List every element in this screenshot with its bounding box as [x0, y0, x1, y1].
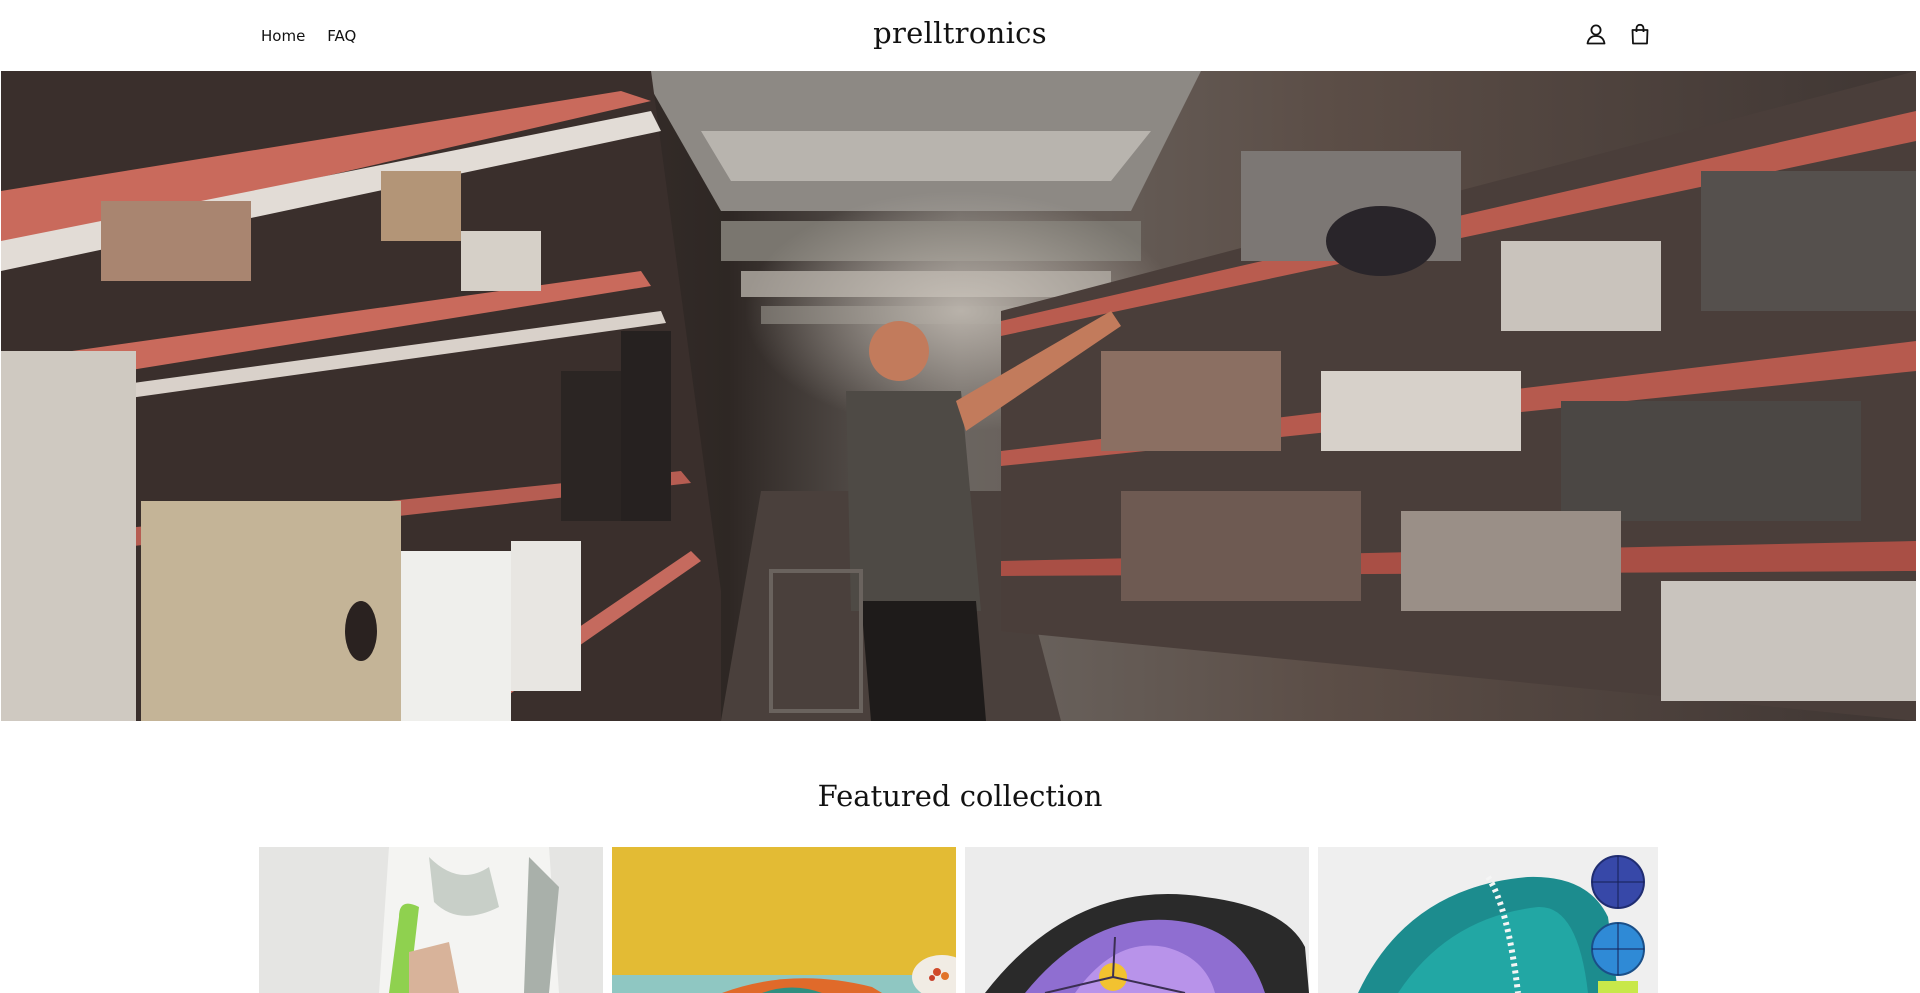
- product-image: [259, 847, 603, 993]
- product-grid: [259, 847, 1658, 993]
- product-card[interactable]: [1318, 847, 1662, 993]
- product-card[interactable]: [259, 847, 603, 993]
- account-icon: [1586, 24, 1606, 45]
- hero-image: [1, 71, 1916, 721]
- product-image: [612, 847, 956, 993]
- account-button[interactable]: [1584, 22, 1608, 46]
- nav-link-home[interactable]: Home: [250, 22, 316, 50]
- cart-button[interactable]: [1628, 22, 1652, 46]
- header-icons: [1584, 22, 1652, 46]
- product-image: [965, 847, 1309, 993]
- brand-logo[interactable]: prelltronics: [873, 16, 1047, 50]
- site-header: Home FAQ prelltronics: [0, 0, 1920, 71]
- product-card[interactable]: [612, 847, 956, 993]
- hero-banner: [1, 71, 1916, 721]
- cart-icon: [1631, 23, 1649, 45]
- featured-collection-title: Featured collection: [817, 779, 1103, 813]
- nav-link-faq[interactable]: FAQ: [316, 22, 367, 50]
- product-card[interactable]: [965, 847, 1309, 993]
- main-nav: Home FAQ: [250, 22, 367, 50]
- product-image: [1318, 847, 1658, 993]
